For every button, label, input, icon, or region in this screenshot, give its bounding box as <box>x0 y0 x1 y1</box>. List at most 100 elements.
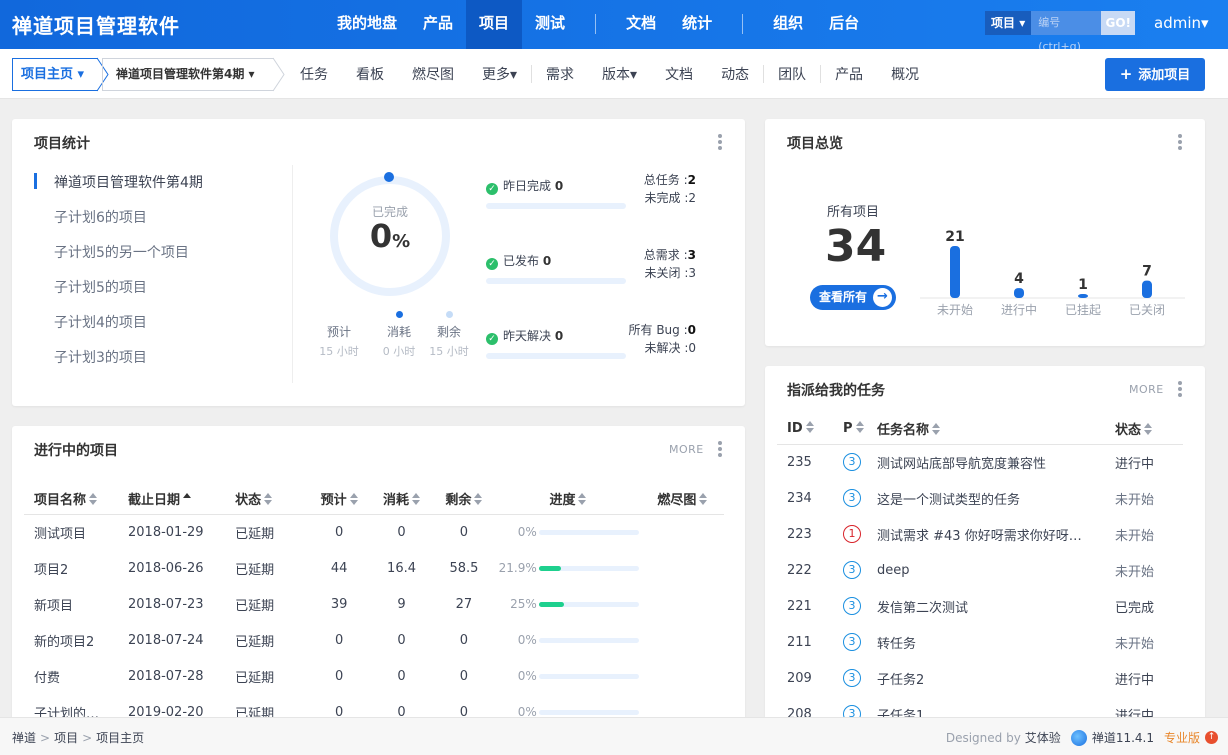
task-name-link[interactable]: 子任务2 <box>877 660 1115 696</box>
estimate-cell: 39 <box>330 596 348 612</box>
edition-link[interactable]: 专业版 <box>1164 729 1200 746</box>
more-actions-icon[interactable] <box>1178 381 1182 397</box>
column-header-label: 剩余 <box>445 493 472 509</box>
subnav-tab[interactable]: 产品 <box>821 64 877 84</box>
table-row[interactable]: 新项目 2018-07-23 已延期 39 9 27 25% <box>24 586 724 622</box>
table-row[interactable]: 234 3 这是一个测试类型的任务 未开始 <box>777 480 1183 516</box>
breadcrumb-link[interactable]: 项目主页 <box>96 731 144 745</box>
column-header[interactable]: 项目名称 <box>24 484 128 515</box>
table-row[interactable]: 235 3 测试网站底部导航宽度兼容性 进行中 <box>777 444 1183 480</box>
subnav-tab[interactable]: 看板 <box>342 64 398 84</box>
table-row[interactable]: 测试项目 2018-01-29 已延期 0 0 0 0% <box>24 514 724 550</box>
column-header[interactable]: P <box>833 414 877 445</box>
task-name-link[interactable]: 转任务 <box>877 624 1115 660</box>
table-row[interactable]: 209 3 子任务2 进行中 <box>777 660 1183 696</box>
crumb-project-home[interactable]: 项目主页 ▾ <box>12 58 98 91</box>
table-row[interactable]: 项目2 2018-06-26 已延期 44 16.4 58.5 21.9% <box>24 550 724 586</box>
table-row[interactable]: 223 1 测试需求 #43 你好呀需求你好呀… 未开始 <box>777 516 1183 552</box>
task-status-cell: 已完成 <box>1115 600 1155 616</box>
task-name-link[interactable]: 测试需求 #43 你好呀需求你好呀… <box>877 516 1115 552</box>
legend-label: 预计 <box>326 325 351 339</box>
nav-item[interactable]: 我的地盘 <box>324 0 410 49</box>
subnav-tab[interactable]: 版本▾ <box>588 64 651 84</box>
nav-item[interactable]: 文档 <box>613 0 669 49</box>
column-header[interactable]: 状态 <box>235 484 308 515</box>
add-project-button[interactable]: + 添加项目 <box>1105 58 1205 91</box>
breadcrumb-link[interactable]: 禅道 <box>12 731 36 745</box>
project-name-link[interactable]: 项目2 <box>24 550 128 586</box>
task-name-link[interactable]: 发信第二次测试 <box>877 588 1115 624</box>
column-header[interactable]: 状态 <box>1115 414 1183 445</box>
project-list-item[interactable]: 禅道项目管理软件第4期 <box>34 173 284 208</box>
subnav-tab[interactable]: 更多▾ <box>468 64 531 84</box>
breadcrumb-link[interactable]: 项目 <box>54 731 78 745</box>
subnav-tab-label: 动态 <box>721 67 750 83</box>
column-header[interactable]: 任务名称 <box>877 414 1115 445</box>
chevron-down-icon: ▾ <box>630 67 638 83</box>
subnav-tab[interactable]: 动态 <box>707 64 763 84</box>
more-link[interactable]: MORE <box>1129 383 1164 396</box>
column-header[interactable]: 剩余 <box>432 484 496 515</box>
stat-item: ✓ 昨日完成 0 <box>486 177 626 209</box>
chart-bar <box>1014 288 1024 298</box>
task-name-link[interactable]: 这是一个测试类型的任务 <box>877 480 1115 516</box>
column-header[interactable]: 截止日期 <box>128 484 236 515</box>
column-header[interactable]: 消耗 <box>370 484 433 515</box>
project-list-item[interactable]: 子计划5的项目 <box>34 278 284 313</box>
nav-item[interactable]: 项目 <box>466 0 523 49</box>
column-header[interactable]: 燃尽图 <box>640 484 724 515</box>
nav-item[interactable]: 后台 <box>816 0 872 49</box>
column-header[interactable]: 预计 <box>307 484 371 515</box>
view-all-button[interactable]: 查看所有 → <box>810 285 896 310</box>
estimate-cell: 44 <box>330 560 348 576</box>
subnav-tab[interactable]: 燃尽图 <box>398 64 468 84</box>
subnav-tab[interactable]: 需求 <box>532 64 588 84</box>
crumb-project-select[interactable]: 禅道项目管理软件第4期 ▾ <box>102 58 274 91</box>
task-name-link[interactable]: 测试网站底部导航宽度兼容性 <box>877 444 1115 480</box>
project-name-link[interactable]: 测试项目 <box>24 514 128 550</box>
nav-item[interactable]: 产品 <box>410 0 466 49</box>
task-status-cell: 未开始 <box>1115 492 1155 508</box>
project-list-item[interactable]: 子计划6的项目 <box>34 208 284 243</box>
search-type-select[interactable]: 项目 ▾ <box>985 11 1032 35</box>
table-row[interactable]: 221 3 发信第二次测试 已完成 <box>777 588 1183 624</box>
column-header[interactable]: ID <box>777 414 833 445</box>
project-list: 禅道项目管理软件第4期 子计划6的项目 子计划5的另一个项目 子计划5的项目 子计划4的… <box>34 173 284 383</box>
table-row[interactable]: 付费 2018-07-28 已延期 0 0 0 0% <box>24 658 724 694</box>
user-menu[interactable]: admin▾ <box>1154 14 1209 32</box>
task-name-link[interactable]: deep <box>877 552 1115 588</box>
more-link[interactable]: MORE <box>669 443 704 456</box>
project-list-item[interactable]: 子计划3的项目 <box>34 348 284 383</box>
designer-link[interactable]: 艾体验 <box>1025 729 1061 746</box>
search-go-button[interactable]: GO! <box>1101 11 1135 35</box>
app-brand[interactable]: 禅道项目管理软件 <box>12 10 180 39</box>
burndown-cell <box>641 586 724 622</box>
subnav-tab[interactable]: 概况 <box>877 64 933 84</box>
left-cell: 0 <box>459 632 469 648</box>
subnav-tab[interactable]: 任务 <box>300 64 342 84</box>
column-header[interactable]: 进度 <box>495 484 641 515</box>
nav-item[interactable]: 统计 <box>669 0 725 49</box>
subnav-tab[interactable]: 团队 <box>764 64 820 84</box>
progress-cell: 25% <box>495 586 641 622</box>
project-name-link[interactable]: 新的项目2 <box>24 622 128 658</box>
subnav-tab[interactable]: 文档 <box>651 64 707 84</box>
search-input[interactable]: 编号(ctrl+g) <box>1031 11 1101 53</box>
more-actions-icon[interactable] <box>1178 134 1182 150</box>
subnav-tab-label: 燃尽图 <box>412 67 454 83</box>
project-list-item[interactable]: 子计划5的另一个项目 <box>34 243 284 278</box>
subnav-tab-label: 更多 <box>482 67 510 83</box>
nav-item[interactable]: 组织 <box>760 0 816 49</box>
more-actions-icon[interactable] <box>718 134 722 150</box>
project-name-link[interactable]: 新项目 <box>24 586 128 622</box>
upgrade-icon[interactable]: ↑ <box>1205 731 1218 744</box>
project-name-link[interactable]: 付费 <box>24 658 128 694</box>
table-row[interactable]: 新的项目2 2018-07-24 已延期 0 0 0 0% <box>24 622 724 658</box>
nav-item[interactable]: 测试 <box>522 0 578 49</box>
project-list-item[interactable]: 子计划4的项目 <box>34 313 284 348</box>
table-row[interactable]: 222 3 deep 未开始 <box>777 552 1183 588</box>
more-actions-icon[interactable] <box>718 441 722 457</box>
table-row[interactable]: 211 3 转任务 未开始 <box>777 624 1183 660</box>
subnav-tab-label: 产品 <box>835 67 864 83</box>
sort-icon <box>474 493 483 506</box>
